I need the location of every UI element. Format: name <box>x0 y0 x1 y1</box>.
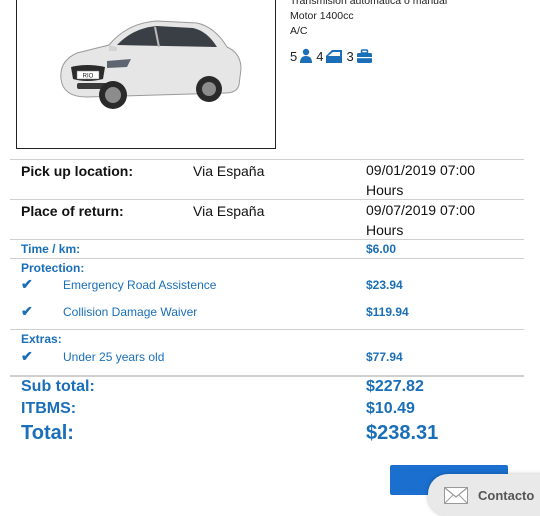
total-value: $238.31 <box>366 422 439 444</box>
vehicle-specs: Transmisión automática o manual Motor 14… <box>290 0 447 39</box>
divider <box>10 375 524 377</box>
total-label: Total: <box>21 422 74 444</box>
check-icon: ✔ <box>21 303 33 319</box>
extras-item-name: Under 25 years old <box>63 350 165 364</box>
divider <box>10 329 524 330</box>
check-icon: ✔ <box>21 276 33 292</box>
time-km-label: Time / km: <box>21 242 81 256</box>
protection-item-price: $23.94 <box>366 278 403 292</box>
protection-item-name: Collision Damage Waiver <box>63 305 198 319</box>
time-km-value: $6.00 <box>366 242 397 256</box>
divider <box>10 258 524 259</box>
passenger-icon <box>299 48 313 64</box>
protection-item-name: Emergency Road Assistence <box>63 278 217 292</box>
door-count: 4 <box>316 48 324 64</box>
spec-ac: A/C <box>290 25 308 37</box>
return-date: 09/07/2019 07:00 Hours <box>366 202 475 238</box>
passenger-count: 5 <box>290 48 298 64</box>
door-icon <box>325 49 343 64</box>
vehicle-image-frame: RIO <box>16 0 276 149</box>
return-place: Via España <box>193 203 265 219</box>
extras-item-price: $77.94 <box>366 350 403 364</box>
check-icon: ✔ <box>21 348 33 364</box>
car-badge: RIO <box>83 74 94 80</box>
subtotal-label: Sub total: <box>21 378 95 395</box>
itbms-value: $10.49 <box>366 400 415 417</box>
contact-button[interactable]: Contacto <box>428 474 540 516</box>
spec-engine: Motor 1400cc <box>290 10 354 22</box>
protection-label: Protection: <box>21 261 85 275</box>
contact-label: Contacto <box>478 487 535 503</box>
extras-label: Extras: <box>21 332 62 346</box>
subtotal-value: $227.82 <box>366 378 424 395</box>
spec-transmission: Transmisión automática o manual <box>290 0 448 7</box>
return-label: Place of return: <box>21 203 124 219</box>
bag-count: 3 <box>346 48 354 64</box>
car-image: RIO <box>60 20 242 109</box>
pickup-label: Pick up location: <box>21 163 134 179</box>
pickup-place: Via España <box>193 163 265 179</box>
vehicle-capacity: 5 4 3 <box>290 48 376 64</box>
itbms-label: ITBMS: <box>21 400 77 417</box>
protection-item-price: $119.94 <box>366 305 409 319</box>
pickup-date: 09/01/2019 07:00 Hours <box>366 162 475 198</box>
luggage-icon <box>356 48 373 64</box>
mail-icon <box>444 486 468 504</box>
